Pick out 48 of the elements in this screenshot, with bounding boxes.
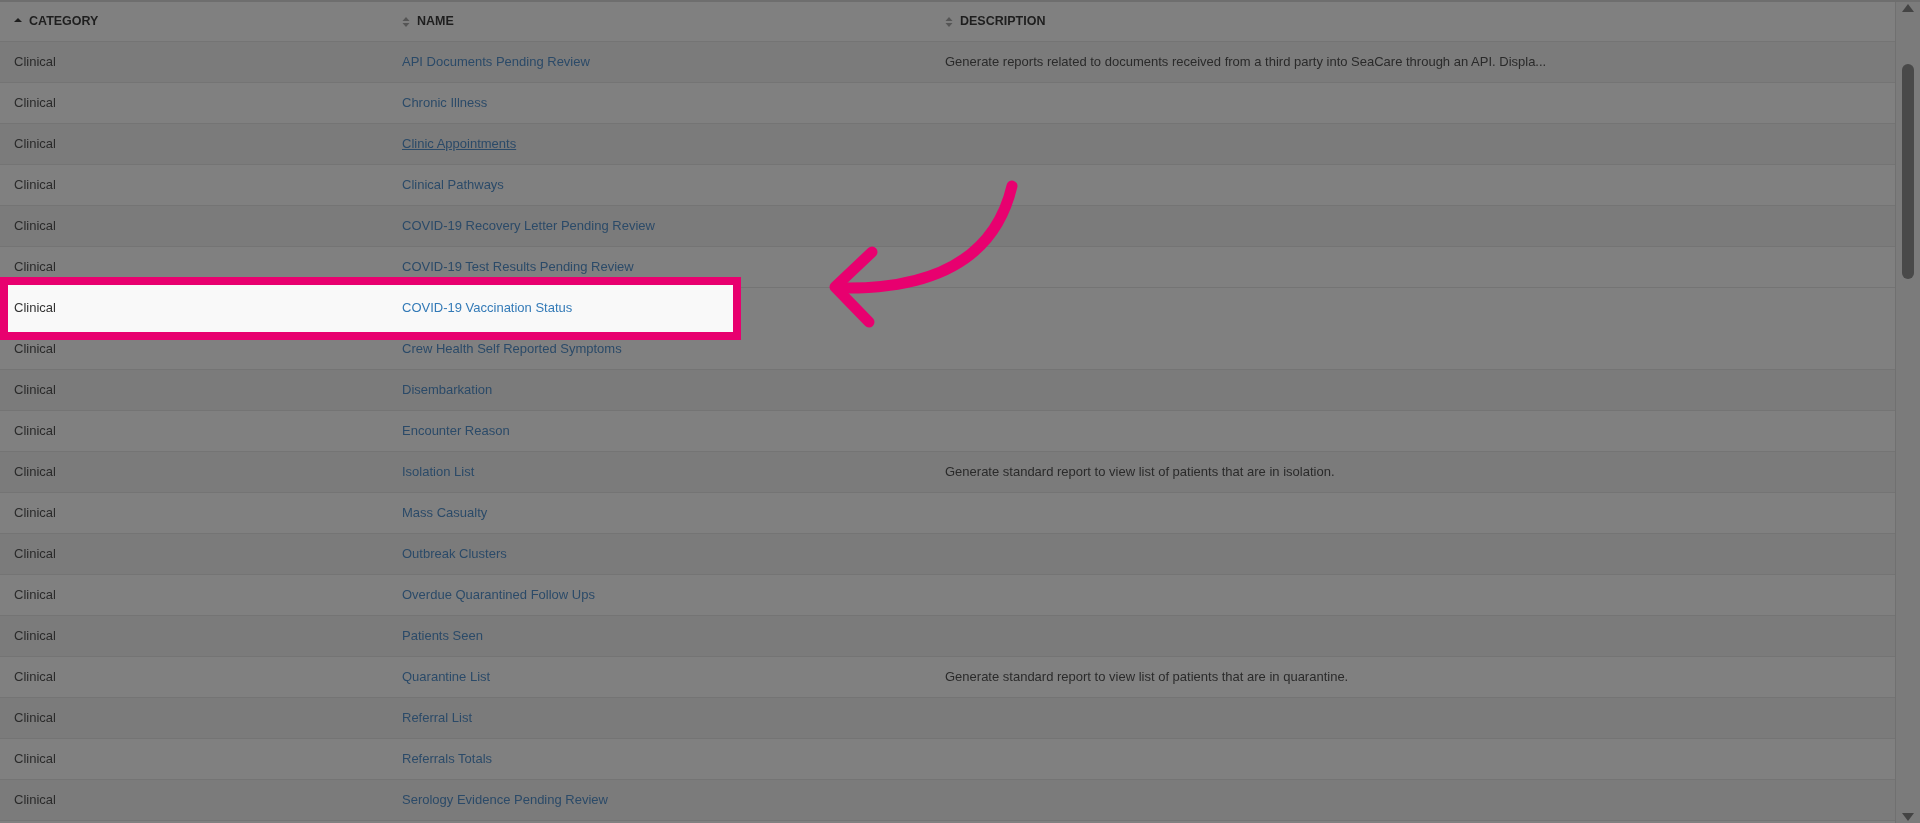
category-cell: Clinical	[14, 218, 56, 234]
description-cell: Generate reports related to documents received from a third party into SeaCare through an API. Displa...	[945, 54, 1547, 70]
column-header[interactable]: CATEGORY	[29, 12, 99, 31]
report-link[interactable]: Chronic Illness	[402, 95, 488, 111]
report-link[interactable]: Encounter Reason	[402, 423, 510, 439]
category-cell: Clinical	[14, 300, 56, 316]
report-link[interactable]: Mass Casualty	[402, 505, 488, 521]
category-cell: Clinical	[14, 95, 56, 111]
category-cell: Clinical	[14, 751, 56, 767]
category-cell: Clinical	[14, 710, 56, 726]
report-link[interactable]: Outbreak Clusters	[402, 546, 507, 562]
report-link[interactable]: Crew Health Self Reported Symptoms	[402, 341, 622, 357]
report-link[interactable]: Patients Seen	[402, 628, 483, 644]
category-cell: Clinical	[14, 505, 56, 521]
report-link[interactable]: Isolation List	[402, 464, 475, 480]
report-link[interactable]: Clinic Appointments	[402, 136, 517, 152]
report-link[interactable]: Quarantine List	[402, 669, 491, 685]
category-cell: Clinical	[14, 259, 56, 275]
report-link[interactable]: Referral List	[402, 710, 473, 726]
category-cell: Clinical	[14, 628, 56, 644]
report-link[interactable]: Disembarkation	[402, 382, 493, 398]
category-cell: Clinical	[14, 792, 56, 808]
category-cell: Clinical	[14, 669, 56, 685]
description-cell: Generate standard report to view list of patients that are in isolation.	[945, 464, 1335, 480]
report-link[interactable]: COVID-19 Vaccination Status	[402, 300, 573, 316]
description-cell: Generate standard report to view list of patients that are in quarantine.	[945, 669, 1349, 685]
report-link[interactable]: API Documents Pending Review	[402, 54, 590, 70]
column-header[interactable]: DESCRIPTION	[960, 12, 1046, 31]
report-link[interactable]: COVID-19 Test Results Pending Review	[402, 259, 634, 275]
scrollbar-thumb[interactable]	[1902, 64, 1914, 279]
highlighted-row[interactable]: Clinical COVID-19 Vaccination Status	[0, 288, 1895, 329]
report-link[interactable]: Overdue Quarantined Follow Ups	[402, 587, 595, 603]
category-cell: Clinical	[14, 546, 56, 562]
report-link[interactable]: Clinical Pathways	[402, 177, 504, 193]
report-link[interactable]: Serology Evidence Pending Review	[402, 792, 608, 808]
report-link[interactable]: Referrals Totals	[402, 751, 493, 767]
scroll-up-icon[interactable]	[1902, 4, 1914, 12]
category-cell: Clinical	[14, 177, 56, 193]
scroll-down-icon[interactable]	[1902, 813, 1914, 821]
category-cell: Clinical	[14, 423, 56, 439]
category-cell: Clinical	[14, 382, 56, 398]
report-link[interactable]: COVID-19 Recovery Letter Pending Review	[402, 218, 655, 234]
category-cell: Clinical	[14, 136, 56, 152]
category-cell: Clinical	[14, 341, 56, 357]
category-cell: Clinical	[14, 464, 56, 480]
category-cell: Clinical	[14, 587, 56, 603]
category-cell: Clinical	[14, 54, 56, 70]
column-header[interactable]: NAME	[417, 12, 454, 31]
